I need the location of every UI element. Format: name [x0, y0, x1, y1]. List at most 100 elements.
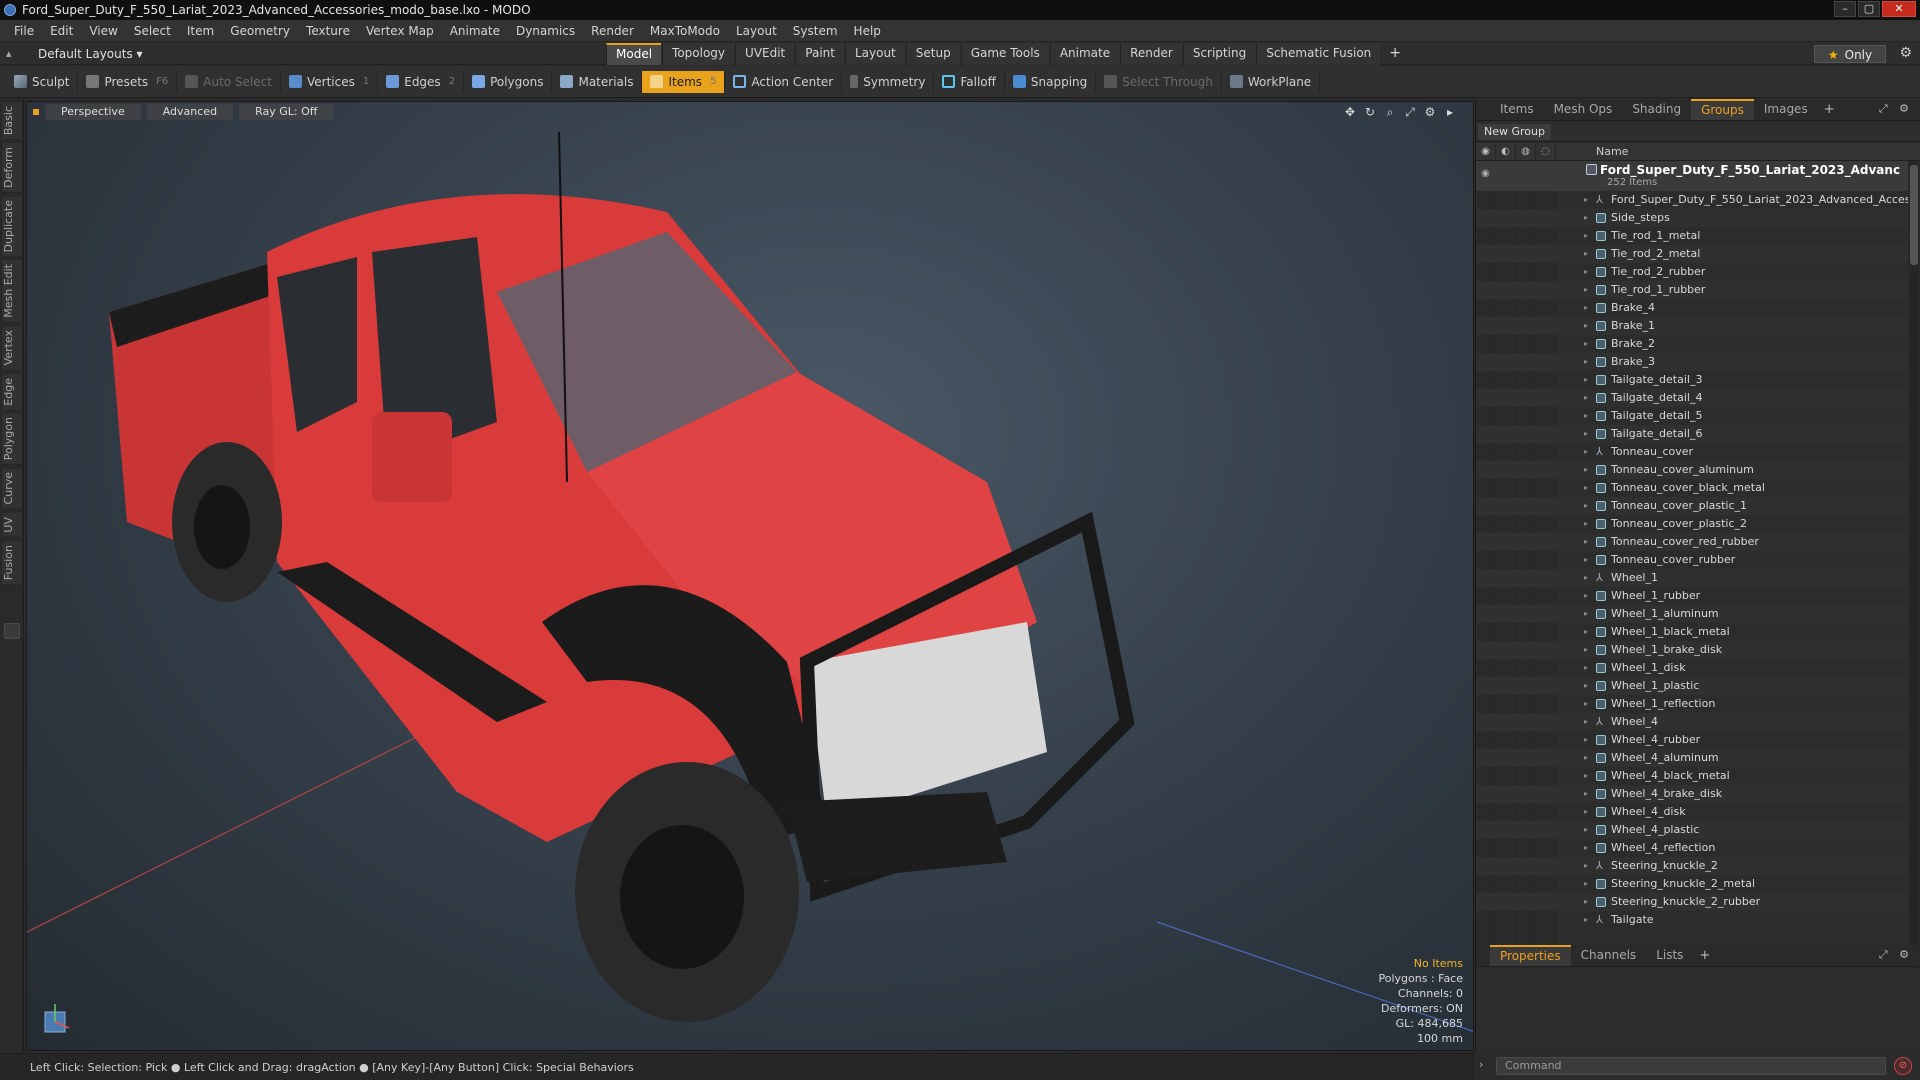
expand-arrow-icon[interactable]: ▸: [1584, 893, 1588, 911]
expand-arrow-icon[interactable]: ▸: [1584, 479, 1588, 497]
menu-animate[interactable]: Animate: [442, 20, 508, 42]
pan-icon[interactable]: ✥: [1343, 105, 1357, 120]
expand-arrow-icon[interactable]: ▸: [1584, 245, 1588, 263]
list-item[interactable]: ▸ ⅄ Tonneau_cover: [1476, 443, 1908, 461]
command-input[interactable]: Command: [1496, 1057, 1886, 1075]
menu-layout[interactable]: Layout: [728, 20, 785, 42]
mode-tab-scripting[interactable]: Scripting: [1182, 43, 1256, 65]
tool-falloff-button[interactable]: Falloff: [934, 70, 1005, 93]
expand-arrow-icon[interactable]: ▸: [1584, 551, 1588, 569]
menu-item[interactable]: Item: [179, 20, 222, 42]
properties-panel-expand-icon[interactable]: ⤢ ⚙: [1879, 948, 1913, 962]
expand-arrow-icon[interactable]: ▸: [1584, 677, 1588, 695]
mode-tab-animate[interactable]: Animate: [1049, 43, 1120, 65]
expand-arrow-icon[interactable]: ▸: [1584, 857, 1588, 875]
mode-tab-uvedit[interactable]: UVEdit: [735, 43, 795, 65]
list-item[interactable]: ▸ Wheel_1_black_metal: [1476, 623, 1908, 641]
expand-arrow-icon[interactable]: ▸: [1584, 515, 1588, 533]
layout-pin-icon[interactable]: ▴: [6, 47, 22, 60]
list-item[interactable]: ▸ Wheel_4_aluminum: [1476, 749, 1908, 767]
gear-icon[interactable]: ⚙: [1899, 45, 1912, 61]
expand-arrow-icon[interactable]: ▸: [1584, 587, 1588, 605]
rotate-icon[interactable]: ↻: [1363, 105, 1377, 120]
list-item[interactable]: ▸ Tailgate_detail_5: [1476, 407, 1908, 425]
properties-tab-channels[interactable]: Channels: [1571, 945, 1647, 966]
tool-polygons-button[interactable]: Polygons: [464, 70, 553, 93]
list-item[interactable]: ▸ Tonneau_cover_plastic_2: [1476, 515, 1908, 533]
left-tab-duplicate[interactable]: Duplicate: [1, 195, 23, 258]
expand-arrow-icon[interactable]: ▸: [1584, 497, 1588, 515]
left-tab-basic[interactable]: Basic: [1, 101, 23, 141]
list-item[interactable]: ▸ Tonneau_cover_rubber: [1476, 551, 1908, 569]
left-tab-curve[interactable]: Curve: [1, 467, 23, 510]
items-tab-images[interactable]: Images: [1754, 99, 1818, 120]
tool-select-through-button[interactable]: Select Through: [1096, 70, 1222, 93]
expand-arrow-icon[interactable]: ▸: [1584, 425, 1588, 443]
list-item[interactable]: ▸ Tonneau_cover_plastic_1: [1476, 497, 1908, 515]
list-item[interactable]: ▸ Brake_3: [1476, 353, 1908, 371]
expand-arrow-icon[interactable]: ▸: [1584, 623, 1588, 641]
list-item[interactable]: ▸ Wheel_4_plastic: [1476, 821, 1908, 839]
menu-maxtomodo[interactable]: MaxToModo: [642, 20, 728, 42]
expand-arrow-icon[interactable]: ▸: [1584, 299, 1588, 317]
list-item[interactable]: ▸ Tailgate_detail_4: [1476, 389, 1908, 407]
menu-view[interactable]: View: [81, 20, 125, 42]
tool-workplane-button[interactable]: WorkPlane: [1222, 70, 1321, 93]
menu-render[interactable]: Render: [583, 20, 642, 42]
expand-arrow-icon[interactable]: ▸: [1584, 605, 1588, 623]
list-item[interactable]: ▸ Wheel_1_aluminum: [1476, 605, 1908, 623]
mode-tab-setup[interactable]: Setup: [905, 43, 960, 65]
expand-arrow-icon[interactable]: ▸: [1584, 911, 1588, 929]
items-tab-mesh-ops[interactable]: Mesh Ops: [1544, 99, 1623, 120]
tool-sculpt-button[interactable]: Sculpt: [6, 70, 79, 93]
list-scrollbar[interactable]: [1909, 161, 1919, 1039]
expand-arrow-icon[interactable]: ▸: [1584, 461, 1588, 479]
left-tab-deform[interactable]: Deform: [1, 142, 23, 194]
command-clear-icon[interactable]: ⊘: [1894, 1057, 1912, 1075]
menu-vertex-map[interactable]: Vertex Map: [358, 20, 442, 42]
list-item[interactable]: ▸ Tie_rod_2_rubber: [1476, 263, 1908, 281]
list-item[interactable]: ▸ Steering_knuckle_2_rubber: [1476, 893, 1908, 911]
list-item[interactable]: ▸ Tonneau_cover_black_metal: [1476, 479, 1908, 497]
list-item[interactable]: ▸ Tonneau_cover_aluminum: [1476, 461, 1908, 479]
mode-tab-paint[interactable]: Paint: [795, 43, 844, 65]
expand-arrow-icon[interactable]: ▸: [1584, 695, 1588, 713]
list-item[interactable]: ▸ Wheel_1_rubber: [1476, 587, 1908, 605]
items-tab-groups[interactable]: Groups: [1691, 99, 1754, 120]
expand-arrow-icon[interactable]: ▸: [1584, 389, 1588, 407]
expand-arrow-icon[interactable]: ▸: [1584, 317, 1588, 335]
list-item[interactable]: ▸ Side_steps: [1476, 209, 1908, 227]
expand-arrow-icon[interactable]: ▸: [1584, 785, 1588, 803]
list-item[interactable]: ▸ Tie_rod_1_metal: [1476, 227, 1908, 245]
menu-file[interactable]: File: [6, 20, 42, 42]
3d-viewport[interactable]: Perspective Advanced Ray GL: Off ✥ ↻ ⌕ ⤢…: [26, 101, 1474, 1051]
tool-materials-button[interactable]: Materials: [552, 70, 643, 93]
list-item[interactable]: ▸ Wheel_1_brake_disk: [1476, 641, 1908, 659]
list-item[interactable]: ▸ Wheel_1_plastic: [1476, 677, 1908, 695]
maximize-button[interactable]: ▢: [1858, 1, 1880, 17]
left-tab-edge[interactable]: Edge: [1, 372, 23, 411]
menu-system[interactable]: System: [785, 20, 846, 42]
expand-arrow-icon[interactable]: ▸: [1584, 443, 1588, 461]
expand-arrow-icon[interactable]: ▸: [1584, 371, 1588, 389]
list-item[interactable]: ▸ Tonneau_cover_red_rubber: [1476, 533, 1908, 551]
left-tab-mesh-edit[interactable]: Mesh Edit: [1, 259, 23, 324]
menu-edit[interactable]: Edit: [42, 20, 81, 42]
menu-texture[interactable]: Texture: [298, 20, 358, 42]
render-column-icon[interactable]: ◐: [1496, 142, 1516, 161]
list-item[interactable]: ▸ Wheel_4_reflection: [1476, 839, 1908, 857]
lock-column-icon[interactable]: ◍: [1516, 142, 1536, 161]
tool-auto-select-button[interactable]: Auto Select: [177, 70, 281, 93]
raygl-button[interactable]: Ray GL: Off: [239, 104, 334, 120]
expand-arrow-icon[interactable]: ▸: [1584, 407, 1588, 425]
scrollbar-thumb[interactable]: [1910, 165, 1918, 265]
expand-arrow-icon[interactable]: ▸: [1584, 839, 1588, 857]
properties-tab-lists[interactable]: Lists: [1646, 945, 1693, 966]
viewport-menu-icon[interactable]: [33, 109, 39, 115]
items-add-tab-button[interactable]: +: [1818, 102, 1841, 117]
list-item[interactable]: ▸ ⅄ Ford_Super_Duty_F_550_Lariat_2023_Adva…: [1476, 191, 1908, 209]
tool-action-center-button[interactable]: Action Center: [725, 70, 843, 93]
properties-add-tab-button[interactable]: +: [1693, 948, 1716, 963]
view-style-button[interactable]: Advanced: [146, 104, 234, 120]
menu-dynamics[interactable]: Dynamics: [508, 20, 583, 42]
